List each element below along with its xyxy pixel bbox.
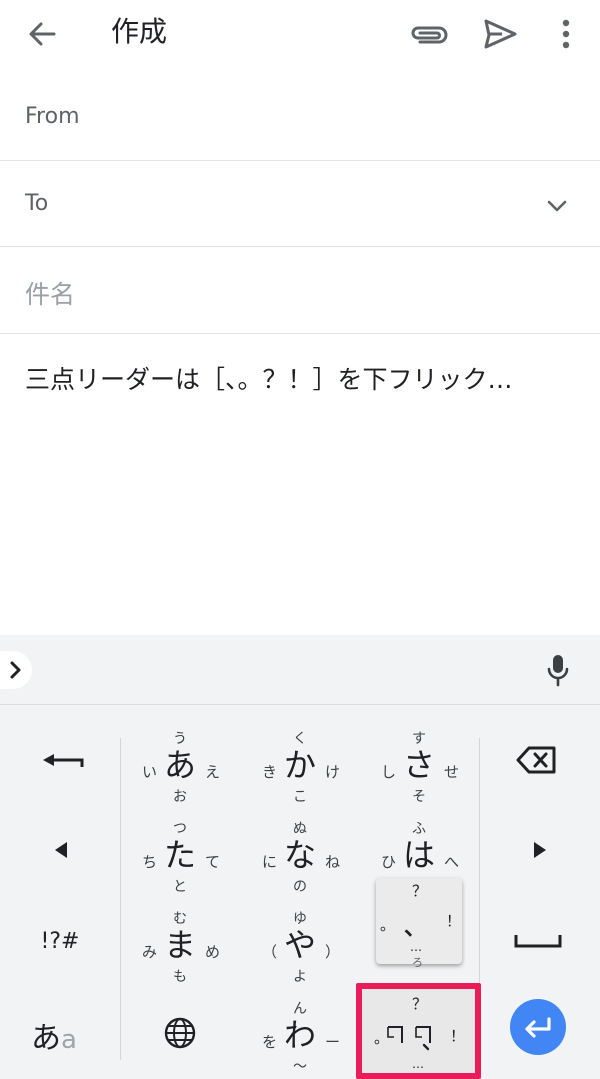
flick-left: し bbox=[381, 763, 397, 781]
message-body[interactable]: 三点リーダーは［、。？！］を下フリック… bbox=[25, 362, 585, 398]
to-label: To bbox=[25, 191, 49, 216]
mode-key-main: あa bbox=[0, 1013, 114, 1057]
flick-left: （ bbox=[262, 943, 278, 961]
undo-key[interactable] bbox=[0, 715, 120, 807]
kana-key-ma[interactable]: む ま も み め bbox=[124, 899, 236, 991]
microphone-icon[interactable] bbox=[545, 653, 571, 687]
flick-right: え bbox=[204, 763, 220, 781]
flick-down: と bbox=[173, 879, 187, 895]
popup-up: ？ bbox=[412, 882, 428, 900]
enter-button[interactable] bbox=[510, 999, 566, 1055]
kana-key-wa[interactable]: ん わ 〜 を ー bbox=[244, 989, 356, 1079]
flick-left: き bbox=[262, 763, 278, 781]
kana-key-ta[interactable]: つ た と ち て bbox=[124, 809, 236, 901]
subject-field[interactable]: 件名 bbox=[0, 247, 600, 334]
flick-left: み bbox=[142, 943, 158, 961]
space-icon bbox=[514, 935, 562, 948]
flick-right: け bbox=[324, 763, 340, 781]
kana-key-ka[interactable]: く か こ き け bbox=[244, 719, 356, 811]
flick-down: お bbox=[173, 789, 187, 805]
kana-key-na[interactable]: ぬ な の に ね bbox=[244, 809, 356, 901]
punct-down: … bbox=[412, 1057, 424, 1071]
from-label: From bbox=[25, 104, 80, 129]
flick-right: せ bbox=[443, 763, 459, 781]
kana-key-sa[interactable]: す さ そ し せ bbox=[363, 719, 475, 811]
flick-right: て bbox=[204, 853, 220, 871]
flick-left: を bbox=[262, 1033, 278, 1051]
app-bar: 作成 bbox=[0, 0, 600, 66]
popup-right: ！ bbox=[446, 912, 462, 930]
flick-right: ね bbox=[324, 853, 340, 871]
input-mode-key[interactable]: あa bbox=[0, 987, 120, 1079]
flick-left: に bbox=[262, 853, 278, 871]
subject-placeholder: 件名 bbox=[25, 280, 76, 309]
page-title: 作成 bbox=[111, 15, 168, 48]
flick-right: ー bbox=[324, 1033, 340, 1051]
cursor-right-key[interactable] bbox=[480, 805, 600, 897]
return-arrow-icon bbox=[525, 1017, 551, 1038]
flick-down: そ bbox=[412, 789, 426, 805]
to-field[interactable]: To bbox=[0, 161, 600, 247]
flick-left: ひ bbox=[381, 853, 397, 871]
symbol-key[interactable]: !?# bbox=[0, 895, 120, 987]
backspace-icon bbox=[516, 746, 556, 774]
triangle-left-icon bbox=[55, 842, 67, 858]
chevron-right-icon bbox=[10, 661, 21, 679]
mode-key-latin: a bbox=[61, 1025, 77, 1055]
popup-center: 、 bbox=[404, 916, 427, 941]
arrow-back-icon[interactable] bbox=[24, 16, 60, 52]
flick-left: ち bbox=[142, 853, 158, 871]
more-vert-icon[interactable] bbox=[554, 14, 578, 54]
flick-right: へ bbox=[443, 853, 459, 871]
flick-popup: ？ 。 、 ！ … ろ bbox=[376, 878, 462, 969]
flick-down: よ bbox=[293, 969, 307, 985]
cursor-left-key[interactable] bbox=[0, 805, 120, 897]
flick-down: も bbox=[173, 969, 187, 985]
popup-below-char: ろ bbox=[412, 956, 423, 969]
globe-key[interactable] bbox=[120, 987, 240, 1079]
flick-down: こ bbox=[293, 789, 307, 805]
toolbar-expand-button[interactable] bbox=[0, 651, 32, 689]
keyboard-toolbar bbox=[0, 635, 600, 705]
popup-left: 。 bbox=[380, 916, 396, 934]
triangle-right-icon bbox=[534, 842, 546, 858]
punctuation-key[interactable]: ？ 。 ！ … bbox=[356, 983, 481, 1079]
mode-key-kana: あ bbox=[31, 1021, 62, 1056]
paperclip-icon[interactable] bbox=[406, 14, 450, 54]
punct-up: ？ bbox=[412, 995, 428, 1013]
flick-right: め bbox=[204, 943, 220, 961]
globe-icon bbox=[164, 1017, 196, 1049]
flick-down: 〜 bbox=[293, 1059, 307, 1075]
popup-down: … bbox=[410, 940, 422, 954]
kana-key-ya[interactable]: ゆ や よ （ ） bbox=[244, 899, 356, 991]
backspace-key[interactable] bbox=[480, 715, 600, 807]
kana-key-a[interactable]: う あ お い え bbox=[124, 719, 236, 811]
symbol-key-label: !?# bbox=[40, 929, 80, 954]
flick-left: い bbox=[142, 763, 158, 781]
send-icon[interactable] bbox=[480, 14, 520, 54]
space-key[interactable] bbox=[480, 895, 600, 987]
punctuation-key-face-icon bbox=[387, 1026, 431, 1051]
flick-down: の bbox=[293, 879, 307, 895]
chevron-down-icon[interactable] bbox=[542, 191, 572, 221]
flick-right: ） bbox=[324, 943, 340, 961]
punct-right: ！ bbox=[450, 1027, 466, 1045]
from-field[interactable]: From bbox=[0, 76, 600, 161]
undo-arrow-icon bbox=[43, 754, 84, 767]
